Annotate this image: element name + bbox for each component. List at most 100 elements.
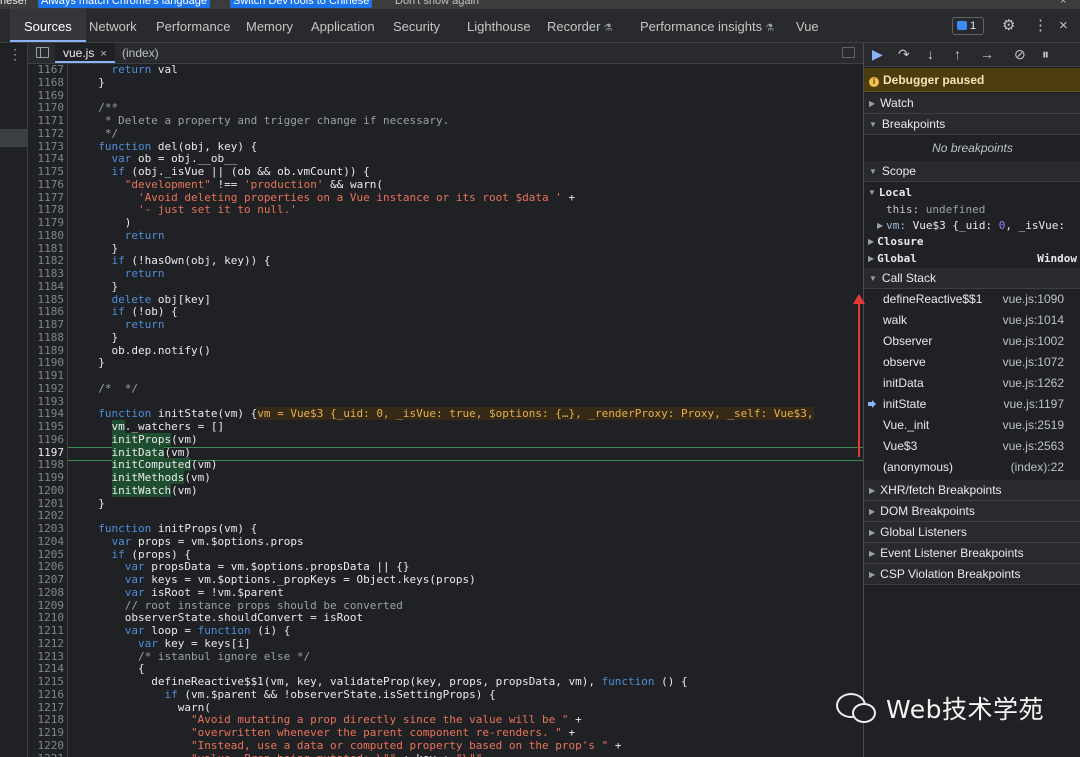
code-line[interactable]: 1221 "value. Prop being mutated: \"" + k…: [28, 752, 863, 757]
step-icon[interactable]: →: [980, 46, 994, 62]
call-stack-frame[interactable]: initData vue.js:1262: [864, 373, 1080, 394]
line-number[interactable]: 1212: [28, 637, 65, 651]
code-line[interactable]: 1203 function initProps(vm) {: [28, 522, 863, 536]
code-line[interactable]: 1192 /* */: [28, 382, 863, 396]
line-number[interactable]: 1168: [28, 76, 65, 90]
code-line[interactable]: 1196 initProps(vm): [28, 432, 863, 447]
line-number[interactable]: 1171: [28, 114, 65, 128]
tab-performance[interactable]: Performance: [156, 9, 230, 42]
frame-location-link[interactable]: vue.js:1262: [1003, 373, 1064, 394]
step-into-icon[interactable]: ↓: [927, 46, 934, 62]
line-number[interactable]: 1215: [28, 675, 65, 689]
code-line[interactable]: 1178 '- just set it to null.': [28, 203, 863, 217]
close-tab-icon[interactable]: ×: [100, 48, 106, 60]
code-line[interactable]: 1199 initMethods(vm): [28, 471, 863, 485]
call-stack-frame[interactable]: Observer vue.js:1002: [864, 331, 1080, 352]
frame-location-link[interactable]: vue.js:2563: [1003, 436, 1064, 457]
line-number[interactable]: 1195: [28, 420, 65, 434]
settings-gear-icon[interactable]: ⚙: [1002, 17, 1015, 35]
xhr-breakpoints-section-header[interactable]: ▶ XHR/fetch Breakpoints: [864, 480, 1080, 501]
line-number[interactable]: 1192: [28, 382, 65, 396]
line-number[interactable]: 1184: [28, 280, 65, 294]
tab-vue[interactable]: Vue: [796, 9, 819, 42]
tab-network[interactable]: Network: [89, 9, 137, 42]
tab-lighthouse[interactable]: Lighthouse: [467, 9, 531, 42]
line-number[interactable]: 1183: [28, 267, 65, 281]
line-number[interactable]: 1221: [28, 752, 65, 757]
code-line[interactable]: 1172 */: [28, 127, 863, 141]
csp-violation-breakpoints-section-header[interactable]: ▶ CSP Violation Breakpoints: [864, 564, 1080, 585]
code-line[interactable]: 1213 /* istanbul ignore else */: [28, 650, 863, 664]
code-line[interactable]: 1187 return: [28, 318, 863, 332]
line-number[interactable]: 1216: [28, 688, 65, 702]
frame-location-link[interactable]: vue.js:1002: [1003, 331, 1064, 352]
line-number[interactable]: 1187: [28, 318, 65, 332]
code-line[interactable]: 1204 var props = vm.$options.props: [28, 535, 863, 549]
line-number[interactable]: 1211: [28, 624, 65, 638]
code-line[interactable]: 1200 initWatch(vm): [28, 483, 863, 498]
resume-execution-icon[interactable]: ▶︎: [872, 46, 883, 62]
more-options-icon[interactable]: ⋮: [1033, 17, 1048, 35]
editor-tab-index[interactable]: (index): [114, 43, 167, 63]
code-line[interactable]: 1201 }: [28, 497, 863, 511]
frame-location-link[interactable]: vue.js:1197: [1004, 394, 1065, 415]
scope-local[interactable]: ▼ Local: [864, 184, 1080, 201]
frame-location-link[interactable]: vue.js:1014: [1003, 310, 1064, 331]
code-line[interactable]: 1191: [28, 369, 863, 383]
line-number[interactable]: 1196: [28, 433, 65, 447]
call-stack-frame[interactable]: observe vue.js:1072: [864, 352, 1080, 373]
code-editor[interactable]: 1167 return val 1168 } 1169 1170 /** 1171 * …: [28, 64, 863, 757]
toggle-debugger-icon[interactable]: [842, 47, 855, 58]
code-line[interactable]: 1171 * Delete a property and trigger cha…: [28, 114, 863, 128]
line-number[interactable]: 1176: [28, 178, 65, 192]
toggle-navigator-icon[interactable]: [36, 47, 49, 58]
close-notification-icon[interactable]: ×: [1060, 0, 1066, 8]
tab-recorder[interactable]: Recorder ⚗: [547, 9, 612, 42]
editor-tab-vue-js[interactable]: vue.js ×: [55, 43, 115, 63]
navigator-more-icon[interactable]: ⋮: [8, 47, 22, 61]
switch-devtools-chinese-button[interactable]: Switch DevTools to Chinese: [230, 0, 373, 8]
breakpoints-section-header[interactable]: ▼ Breakpoints: [864, 114, 1080, 135]
code-line[interactable]: 1169: [28, 89, 863, 103]
close-devtools-icon[interactable]: ×: [1059, 17, 1068, 35]
tab-performance-insights[interactable]: Performance insights ⚗: [640, 9, 774, 42]
code-line[interactable]: 1215 defineReactive$$1(vm, key, validate…: [28, 675, 863, 689]
call-stack-frame[interactable]: walk vue.js:1014: [864, 310, 1080, 331]
code-line[interactable]: 1167 return val: [28, 64, 863, 77]
code-line[interactable]: 1180 return: [28, 229, 863, 243]
line-number[interactable]: 1200: [28, 484, 65, 498]
dont-show-again-link[interactable]: Don't show again: [395, 0, 479, 8]
pause-on-exceptions-icon[interactable]: ⏸: [1042, 46, 1049, 62]
line-number[interactable]: 1188: [28, 331, 65, 345]
line-number[interactable]: 1172: [28, 127, 65, 141]
code-line[interactable]: 1184 }: [28, 280, 863, 294]
line-number[interactable]: 1167: [28, 64, 65, 77]
dom-breakpoints-section-header[interactable]: ▶ DOM Breakpoints: [864, 501, 1080, 522]
tab-application[interactable]: Application: [311, 9, 375, 42]
frame-location-link[interactable]: vue.js:1090: [1003, 289, 1064, 310]
tab-memory[interactable]: Memory: [246, 9, 293, 42]
line-number[interactable]: 1204: [28, 535, 65, 549]
global-listeners-section-header[interactable]: ▶ Global Listeners: [864, 522, 1080, 543]
event-listener-breakpoints-section-header[interactable]: ▶ Event Listener Breakpoints: [864, 543, 1080, 564]
frame-location-link[interactable]: vue.js:2519: [1003, 415, 1064, 436]
scope-var-this[interactable]: this: undefined: [864, 201, 1080, 218]
frame-location-link[interactable]: vue.js:1072: [1003, 352, 1064, 373]
call-stack-section-header[interactable]: ▼ Call Stack: [864, 268, 1080, 289]
call-stack-frame[interactable]: defineReactive$$1 vue.js:1090: [864, 289, 1080, 310]
line-number[interactable]: 1180: [28, 229, 65, 243]
watch-section-header[interactable]: ▶ Watch: [864, 93, 1080, 114]
line-number[interactable]: 1207: [28, 573, 65, 587]
call-stack-frame[interactable]: (anonymous) (index):22: [864, 457, 1080, 478]
code-line[interactable]: 1189 ob.dep.notify(): [28, 344, 863, 358]
scope-section-header[interactable]: ▼ Scope: [864, 161, 1080, 182]
line-number[interactable]: 1203: [28, 522, 65, 536]
line-number[interactable]: 1175: [28, 165, 65, 179]
always-match-language-button[interactable]: Always match Chrome's language: [38, 0, 210, 8]
code-line[interactable]: 1195 vm._watchers = []: [28, 420, 863, 434]
scope-closure[interactable]: ▶ Closure: [864, 233, 1080, 250]
tab-security[interactable]: Security: [393, 9, 440, 42]
call-stack-frame[interactable]: Vue$3 vue.js:2563: [864, 436, 1080, 457]
frame-location-link[interactable]: (index):22: [1011, 457, 1064, 478]
navigator-selected-row[interactable]: [0, 129, 27, 147]
